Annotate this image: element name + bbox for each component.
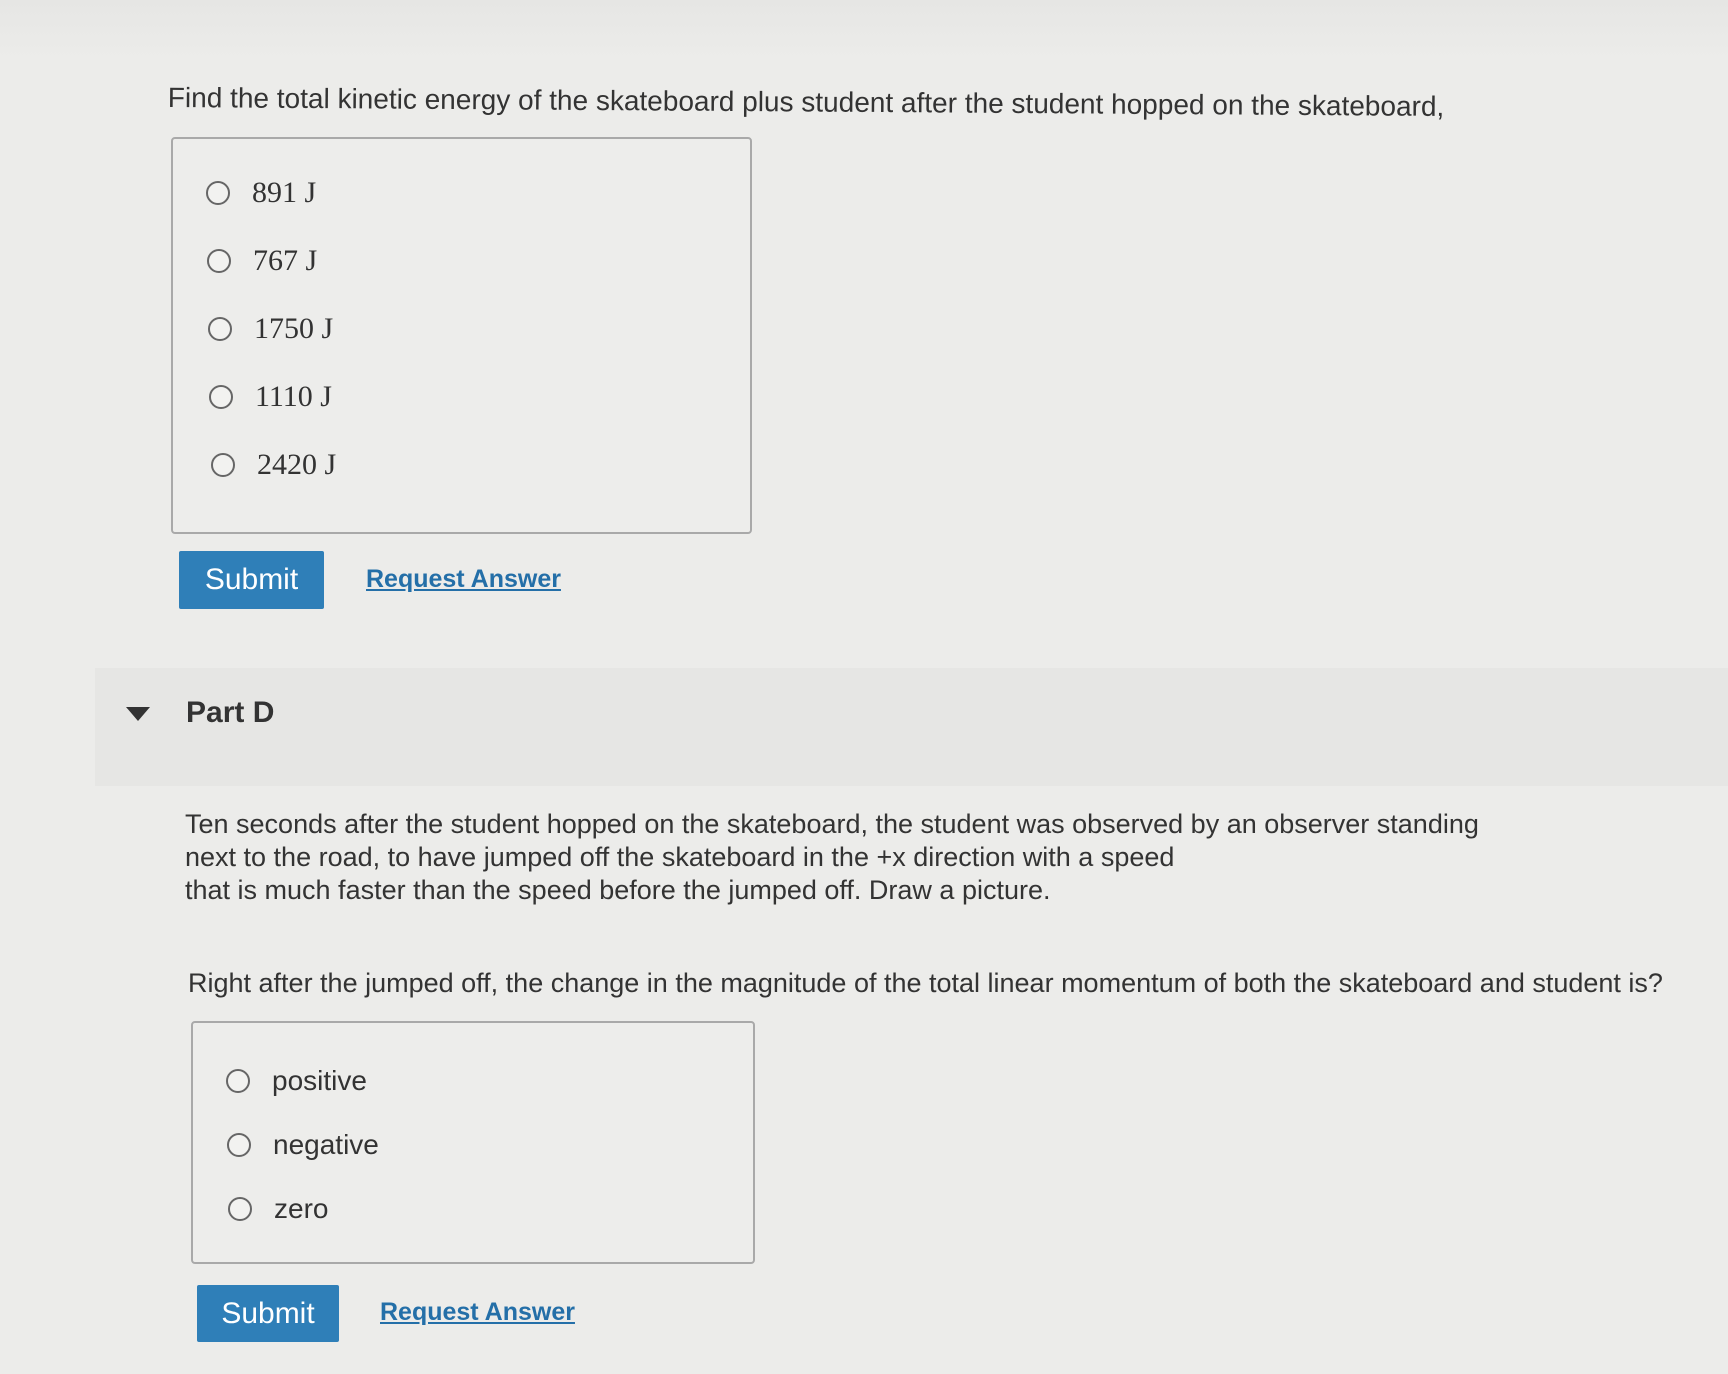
page-background xyxy=(0,0,1728,60)
radio-unselected-icon[interactable] xyxy=(226,1069,250,1093)
radio-unselected-icon[interactable] xyxy=(206,181,230,205)
submit-button[interactable]: Submit xyxy=(197,1285,339,1342)
description-line: next to the road, to have jumped off the… xyxy=(185,842,1175,872)
choice-option[interactable]: negative xyxy=(227,1129,379,1161)
choice-option[interactable]: 1110 J xyxy=(209,380,332,414)
part-title: Part D xyxy=(186,696,275,729)
description-line: that is much faster than the speed befor… xyxy=(185,875,1051,905)
question-prompt: Find the total kinetic energy of the ska… xyxy=(167,81,1445,122)
answer-choices-part-c: 891 J 767 J 1750 J 1110 J 2420 J xyxy=(171,137,752,534)
request-answer-link[interactable]: Request Answer xyxy=(366,565,561,594)
part-description: Ten seconds after the student hopped on … xyxy=(185,808,1479,907)
radio-unselected-icon[interactable] xyxy=(227,1133,251,1157)
submit-button[interactable]: Submit xyxy=(179,551,324,609)
radio-unselected-icon[interactable] xyxy=(208,317,232,341)
caret-down-icon[interactable] xyxy=(126,707,150,721)
choice-option[interactable]: zero xyxy=(228,1193,328,1225)
choice-label: zero xyxy=(274,1193,329,1224)
choice-label: 2420 J xyxy=(257,448,337,481)
choice-option[interactable]: 767 J xyxy=(207,244,317,278)
radio-unselected-icon[interactable] xyxy=(209,385,233,409)
description-line: Ten seconds after the student hopped on … xyxy=(185,809,1479,839)
radio-unselected-icon[interactable] xyxy=(228,1197,252,1221)
answer-choices-part-d: positive negative zero xyxy=(191,1021,755,1264)
choice-option[interactable]: 891 J xyxy=(206,176,316,210)
radio-unselected-icon[interactable] xyxy=(211,453,235,477)
choice-label: 1110 J xyxy=(255,380,332,413)
choice-option[interactable]: positive xyxy=(226,1065,367,1097)
choice-option[interactable]: 1750 J xyxy=(208,312,333,346)
choice-label: negative xyxy=(273,1129,379,1160)
radio-unselected-icon[interactable] xyxy=(207,249,231,273)
choice-label: 767 J xyxy=(253,244,318,277)
choice-option[interactable]: 2420 J xyxy=(211,448,336,482)
choice-label: 1750 J xyxy=(254,312,334,345)
request-answer-link[interactable]: Request Answer xyxy=(380,1298,575,1327)
choice-label: 891 J xyxy=(252,176,317,209)
sub-question: Right after the jumped off, the change i… xyxy=(188,968,1663,998)
part-d-header[interactable] xyxy=(95,668,1728,786)
choice-label: positive xyxy=(272,1065,367,1096)
